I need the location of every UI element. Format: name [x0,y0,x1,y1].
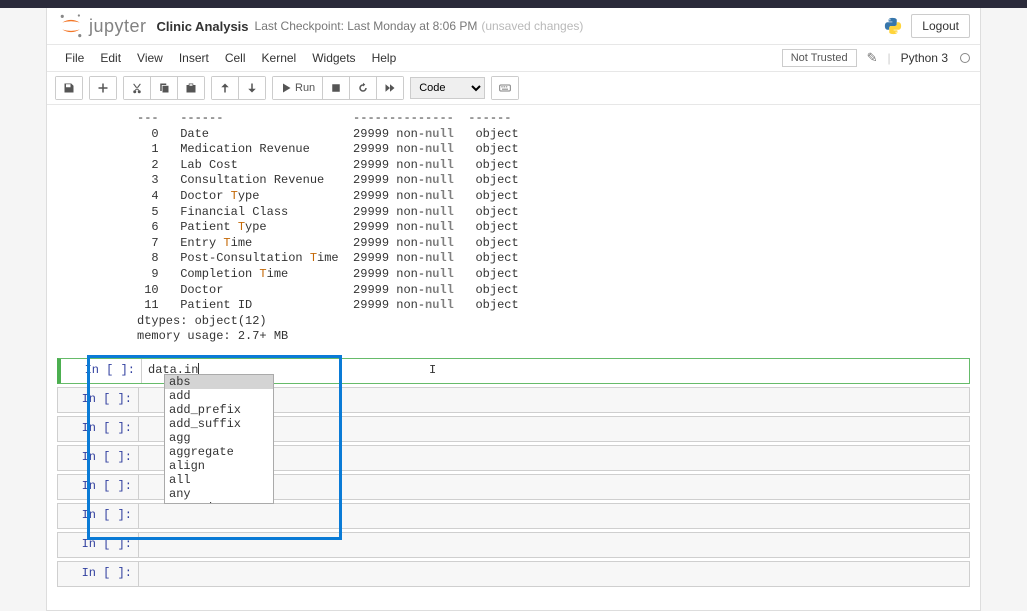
paste-button[interactable] [178,77,204,99]
restart-icon [357,82,369,94]
paste-icon [185,82,197,94]
logout-button[interactable]: Logout [911,14,970,38]
code-cell-empty[interactable]: In [ ]: [57,532,970,558]
add-cell-button[interactable] [90,77,116,99]
menu-insert[interactable]: Insert [171,48,217,68]
move-up-button[interactable] [212,77,239,99]
command-palette-button[interactable] [492,77,518,99]
unsaved-indicator: (unsaved changes) [481,19,583,33]
keyboard-icon [499,82,511,94]
autocomplete-item[interactable]: all [165,473,273,487]
run-label: Run [295,82,315,94]
code-cell-empty[interactable]: In [ ]: [57,503,970,529]
notebook-header: jupyter Clinic Analysis Last Checkpoint:… [47,8,980,45]
input-prompt: In [ ]: [58,388,138,412]
secondary-cursor-icon: I [429,363,436,377]
save-button[interactable] [56,77,82,99]
code-input[interactable] [138,533,969,557]
notebook-title[interactable]: Clinic Analysis [157,19,249,34]
copy-icon [158,82,170,94]
cut-button[interactable] [124,77,151,99]
jupyter-logo-text: jupyter [89,16,147,37]
edit-icon[interactable]: ✎ [863,50,882,66]
toolbar: Run Code [47,72,980,105]
autocomplete-popup[interactable]: absaddadd_prefixadd_suffixaggaggregateal… [164,374,274,504]
autocomplete-item[interactable]: align [165,459,273,473]
run-button[interactable]: Run [273,77,323,99]
arrow-up-icon [219,82,231,94]
jupyter-page: jupyter Clinic Analysis Last Checkpoint:… [46,8,981,611]
checkpoint-text: Last Checkpoint: Last Monday at 8:06 PM [255,19,478,33]
menu-help[interactable]: Help [364,48,405,68]
run-all-button[interactable] [377,77,403,99]
menu-widgets[interactable]: Widgets [304,48,363,68]
input-prompt: In [ ]: [58,475,138,499]
cut-icon [131,82,143,94]
menu-cell[interactable]: Cell [217,48,254,68]
autocomplete-item[interactable]: append [165,501,273,504]
menu-view[interactable]: View [129,48,171,68]
plus-icon [97,82,109,94]
code-input[interactable] [138,504,969,528]
restart-button[interactable] [350,77,377,99]
jupyter-logo[interactable]: jupyter [57,12,147,40]
fast-forward-icon [384,82,396,94]
save-icon [63,82,75,94]
stop-button[interactable] [323,77,350,99]
autocomplete-item[interactable]: agg [165,431,273,445]
input-prompt: In [ ]: [58,562,138,586]
stop-icon [330,82,342,94]
code-input[interactable] [138,562,969,586]
input-prompt: In [ ]: [58,533,138,557]
move-down-button[interactable] [239,77,265,99]
browser-chrome-bar [0,0,1027,8]
menu-kernel[interactable]: Kernel [254,48,305,68]
menubar: FileEditViewInsertCellKernelWidgetsHelp … [47,45,980,72]
input-prompt: In [ ]: [58,417,138,441]
autocomplete-item[interactable]: abs [165,375,273,389]
autocomplete-item[interactable]: aggregate [165,445,273,459]
kernel-indicator-icon [960,53,970,63]
code-input[interactable]: data.in I absaddadd_prefixadd_suffixagga… [141,359,969,383]
notebook-area: --- ------ -------------- ------ 0 Date … [47,105,980,610]
jupyter-logo-icon [57,12,85,40]
kernel-name[interactable]: Python 3 [897,51,952,65]
not-trusted-button[interactable]: Not Trusted [782,49,857,67]
copy-button[interactable] [151,77,178,99]
autocomplete-item[interactable]: any [165,487,273,501]
menu-file[interactable]: File [57,48,92,68]
play-icon [280,82,292,94]
input-prompt: In [ ]: [58,504,138,528]
autocomplete-item[interactable]: add_prefix [165,403,273,417]
autocomplete-item[interactable]: add_suffix [165,417,273,431]
code-cell-empty[interactable]: In [ ]: [57,561,970,587]
input-prompt: In [ ]: [61,359,141,383]
output-area: --- ------ -------------- ------ 0 Date … [57,111,970,355]
menu-edit[interactable]: Edit [92,48,129,68]
cell-type-select[interactable]: Code [410,77,485,99]
input-prompt: In [ ]: [58,446,138,470]
autocomplete-item[interactable]: add [165,389,273,403]
code-cell-active[interactable]: In [ ]: data.in I absaddadd_prefixadd_su… [57,358,970,384]
python-kernel-icon [883,16,903,36]
arrow-down-icon [246,82,258,94]
